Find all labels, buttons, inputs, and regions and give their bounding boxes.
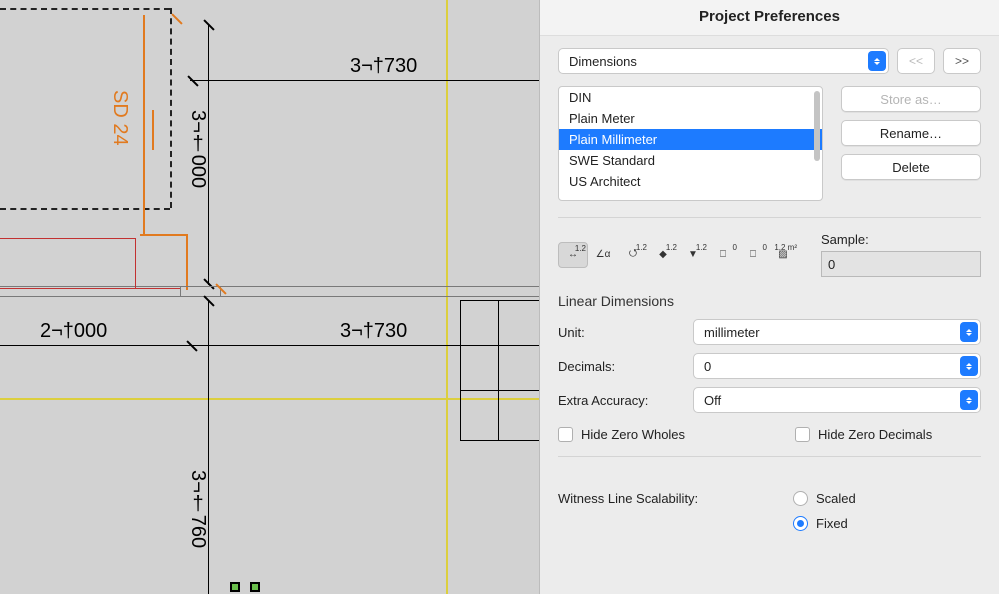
- orange-marker: [143, 15, 145, 235]
- decimals-label: Decimals:: [558, 359, 693, 374]
- category-value: Dimensions: [569, 54, 637, 69]
- table-border: [460, 345, 539, 346]
- hide-zero-wholes-checkbox[interactable]: [558, 427, 573, 442]
- category-select[interactable]: Dimensions: [558, 48, 889, 74]
- sample-output: 0: [821, 251, 981, 277]
- dim-label-2000: 2¬†000: [40, 320, 107, 343]
- list-item[interactable]: SWE Standard: [559, 150, 822, 171]
- grid-hline: [0, 398, 539, 400]
- dim-label-3730: 3¬†730: [350, 55, 417, 78]
- dimtype-door-icon[interactable]: ⎕0: [708, 242, 738, 268]
- scrollbar[interactable]: [814, 91, 820, 161]
- dim-label-sd24: SD 24: [108, 90, 131, 146]
- divider: [558, 456, 981, 457]
- store-as-button[interactable]: Store as…: [841, 86, 981, 112]
- hide-zero-decimals-label: Hide Zero Decimals: [818, 427, 932, 442]
- dim-label-3760: 3¬†760: [186, 470, 209, 548]
- table-border: [460, 390, 539, 391]
- dimtype-angular-icon[interactable]: ∠α: [588, 242, 618, 268]
- wall: [0, 296, 539, 297]
- grid-vline: [446, 0, 448, 594]
- dim-line: [208, 300, 209, 594]
- radio-scaled[interactable]: [793, 491, 808, 506]
- decimals-value: 0: [704, 359, 711, 374]
- extra-accuracy-value: Off: [704, 393, 721, 408]
- panel-title: Project Preferences: [540, 0, 999, 36]
- list-item-selected[interactable]: Plain Millimeter: [559, 129, 822, 150]
- radio-scaled-label: Scaled: [816, 491, 856, 506]
- selection-handle[interactable]: [230, 582, 240, 592]
- wall: [0, 286, 539, 287]
- radio-fixed-label: Fixed: [816, 516, 848, 531]
- dimtype-radial-icon[interactable]: ⭯1.2: [618, 242, 648, 268]
- extra-accuracy-select[interactable]: Off: [693, 387, 981, 413]
- dim-tick: [187, 75, 198, 86]
- wall: [180, 286, 181, 296]
- dim-line: [0, 345, 539, 346]
- chevron-updown-icon: [868, 51, 886, 71]
- table-border: [460, 440, 539, 441]
- dim-tick: [203, 278, 214, 289]
- orange-corner: [186, 234, 188, 290]
- red-wall: [135, 238, 136, 288]
- decimals-select[interactable]: 0: [693, 353, 981, 379]
- sample-label: Sample:: [821, 232, 981, 247]
- chevron-updown-icon: [960, 356, 978, 376]
- boundary-dashed: [0, 8, 170, 10]
- dim-tick: [203, 19, 214, 30]
- unit-value: millimeter: [704, 325, 760, 340]
- orange-corner: [140, 234, 188, 236]
- selection-handle[interactable]: [250, 582, 260, 592]
- dimtype-level-icon[interactable]: ◆1.2: [648, 242, 678, 268]
- red-wall: [0, 288, 180, 289]
- chevron-updown-icon: [960, 390, 978, 410]
- red-wall: [0, 238, 135, 239]
- prev-button[interactable]: <<: [897, 48, 935, 74]
- next-button[interactable]: >>: [943, 48, 981, 74]
- dimtype-linear-icon[interactable]: ↔1.2: [558, 242, 588, 268]
- dimtype-window-icon[interactable]: ⎕0: [738, 242, 768, 268]
- radio-fixed[interactable]: [793, 516, 808, 531]
- table-border: [460, 300, 539, 301]
- list-item[interactable]: Plain Meter: [559, 108, 822, 129]
- hide-zero-wholes-label: Hide Zero Wholes: [581, 427, 685, 442]
- unit-label: Unit:: [558, 325, 693, 340]
- divider: [558, 217, 981, 218]
- scheme-listbox[interactable]: DIN Plain Meter Plain Millimeter SWE Sta…: [558, 86, 823, 201]
- table-border: [460, 300, 461, 440]
- list-item[interactable]: US Architect: [559, 171, 822, 192]
- chevron-updown-icon: [960, 322, 978, 342]
- list-item[interactable]: DIN: [559, 87, 822, 108]
- orange-marker: [152, 110, 154, 150]
- sample-value: 0: [828, 257, 835, 272]
- section-heading-linear: Linear Dimensions: [540, 283, 999, 315]
- delete-button[interactable]: Delete: [841, 154, 981, 180]
- dim-tick: [186, 340, 197, 351]
- rename-button[interactable]: Rename…: [841, 120, 981, 146]
- dim-label-3730-mid: 3¬†730: [340, 320, 407, 343]
- dim-label-3000: 3¬†000: [186, 110, 209, 188]
- boundary-dashed: [170, 8, 172, 208]
- dim-line: [190, 80, 539, 81]
- extra-accuracy-label: Extra Accuracy:: [558, 393, 693, 408]
- cad-canvas[interactable]: SD 24 3¬†000 3¬†730 2¬†000 3¬†730 3¬†760: [0, 0, 539, 594]
- hide-zero-decimals-checkbox[interactable]: [795, 427, 810, 442]
- witness-label: Witness Line Scalability:: [558, 491, 793, 506]
- dimtype-elev-icon[interactable]: ▼1.2: [678, 242, 708, 268]
- table-border: [498, 300, 499, 440]
- preferences-panel: Project Preferences Dimensions << >> DIN…: [539, 0, 999, 594]
- dim-tick: [203, 295, 214, 306]
- unit-select[interactable]: millimeter: [693, 319, 981, 345]
- dimtype-area-icon[interactable]: ▨1.2 m²: [768, 242, 798, 268]
- orange-tick: [171, 13, 182, 24]
